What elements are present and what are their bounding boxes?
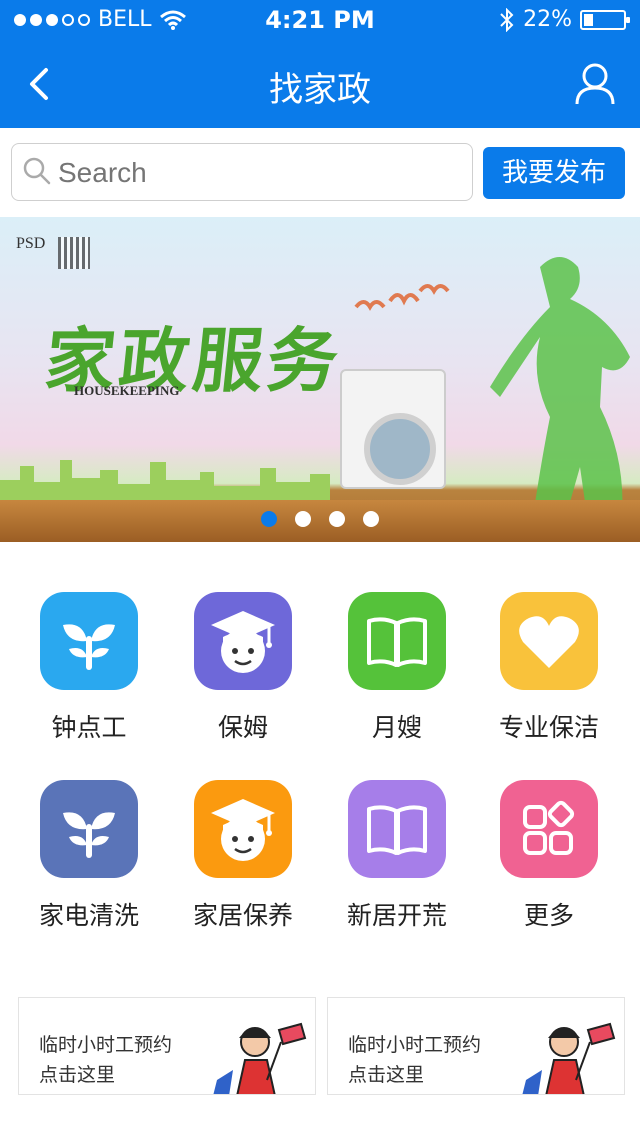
service-item[interactable]: 新居开荒 <box>322 780 472 932</box>
sprout-icon[interactable] <box>40 592 138 690</box>
battery-percent: 22% <box>523 7 572 32</box>
service-item[interactable]: 保姆 <box>168 592 318 744</box>
publish-button[interactable]: 我要发布 <box>483 147 625 199</box>
heart-icon[interactable] <box>500 592 598 690</box>
washing-machine-illustration <box>340 369 446 489</box>
page-title: 找家政 <box>269 70 371 110</box>
service-label: 专业保洁 <box>498 713 599 742</box>
service-label: 新居开荒 <box>346 901 447 930</box>
qr-code-icon <box>58 237 90 269</box>
service-item[interactable]: 家居保养 <box>168 780 318 932</box>
service-label: 钟点工 <box>51 713 127 742</box>
nav-bar: 找家政 <box>0 40 640 128</box>
service-label: 月嫂 <box>371 713 422 742</box>
service-label: 家居保养 <box>192 901 293 930</box>
status-bar: BELL 4:21 PM 22% <box>0 0 640 40</box>
sprout-icon[interactable] <box>40 780 138 878</box>
search-input[interactable] <box>58 154 458 192</box>
user-profile-icon[interactable] <box>574 62 616 106</box>
service-item[interactable]: 家电清洗 <box>14 780 164 932</box>
birds-illustration <box>354 284 450 311</box>
search-bar[interactable] <box>11 143 473 201</box>
hourly-worker-ad-card[interactable]: 临时小时工预约 点击这里 <box>18 997 316 1095</box>
cleaning-lady-illustration <box>213 1022 307 1094</box>
search-icon <box>23 157 51 185</box>
graduate-face-icon[interactable] <box>194 780 292 878</box>
status-right: 22% <box>499 7 630 32</box>
page-dot[interactable] <box>363 511 379 527</box>
service-label: 更多 <box>523 901 574 930</box>
graduate-face-icon[interactable] <box>194 592 292 690</box>
service-label: 家电清洗 <box>38 901 139 930</box>
ad-headline: 临时小时工预约 <box>39 1034 173 1056</box>
housekeeper-silhouette-illustration <box>490 257 630 537</box>
open-book-icon[interactable] <box>348 780 446 878</box>
battery-icon <box>580 9 630 30</box>
banner-pagination[interactable] <box>261 511 379 527</box>
ad-cta: 点击这里 <box>39 1064 116 1086</box>
page-dot-active[interactable] <box>261 511 277 527</box>
more-grid-icon[interactable] <box>500 780 598 878</box>
top-bar: BELL 4:21 PM 22% 找家政 <box>0 0 640 128</box>
page-dot[interactable] <box>329 511 345 527</box>
hourly-worker-ad-card[interactable]: 临时小时工预约 点击这里 <box>327 997 625 1095</box>
promo-banner[interactable]: PSD 家政服务 HOUSEKEEPING <box>0 217 640 542</box>
service-item[interactable]: 专业保洁 <box>474 592 624 744</box>
service-label: 保姆 <box>217 713 268 742</box>
ad-cta: 点击这里 <box>348 1064 425 1086</box>
service-item[interactable]: 钟点工 <box>14 592 164 744</box>
page-dot[interactable] <box>295 511 311 527</box>
bluetooth-icon <box>500 7 514 32</box>
ad-headline: 临时小时工预约 <box>348 1034 482 1056</box>
cleaning-lady-illustration <box>522 1022 616 1094</box>
banner-subtitle: HOUSEKEEPING <box>74 383 180 398</box>
service-item[interactable]: 更多 <box>474 780 624 932</box>
service-item[interactable]: 月嫂 <box>322 592 472 744</box>
open-book-icon[interactable] <box>348 592 446 690</box>
banner-logo: PSD <box>16 235 46 252</box>
